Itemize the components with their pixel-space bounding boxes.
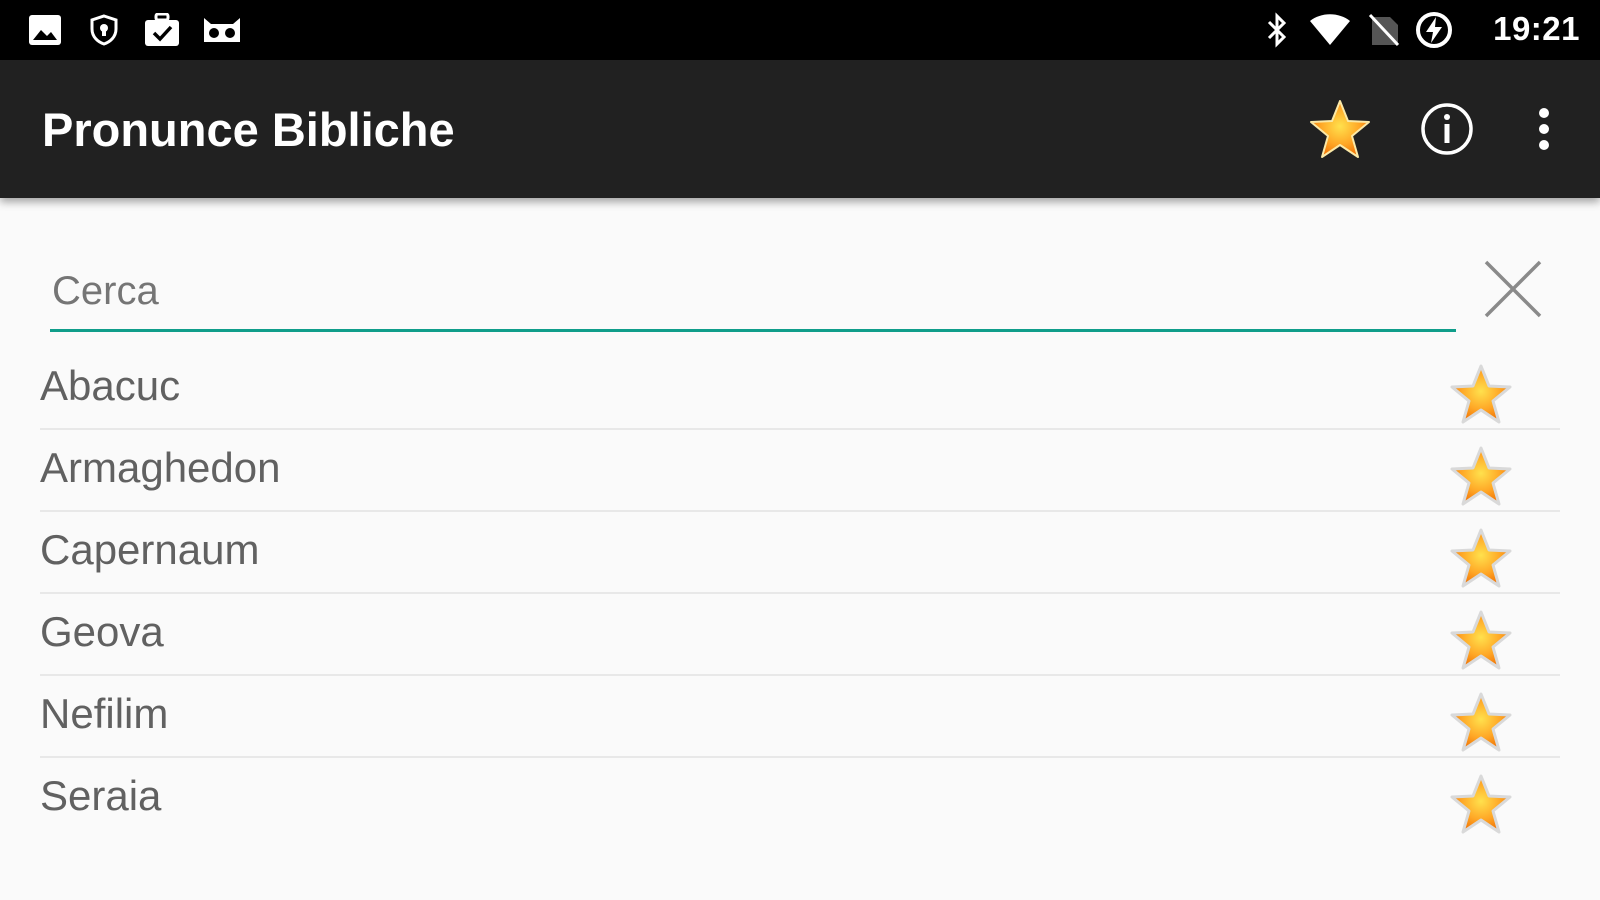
briefcase-check-icon [142, 12, 182, 48]
list-item[interactable]: Abacuc [40, 348, 1560, 430]
list-item-label: Armaghedon [40, 444, 281, 491]
list-item-label: Abacuc [40, 362, 181, 409]
cat-face-icon [200, 12, 244, 48]
favorites-star-icon[interactable] [1304, 94, 1376, 166]
list-item[interactable]: Armaghedon [40, 430, 1560, 512]
list-item-label: Seraia [40, 772, 162, 819]
search-field [50, 262, 1456, 336]
overflow-menu-icon[interactable] [1514, 94, 1574, 164]
list-item-label: Capernaum [40, 526, 260, 573]
app-bar: Pronunce Bibliche [0, 60, 1600, 198]
search-input[interactable] [50, 262, 1456, 332]
status-bar: 19:21 [0, 0, 1600, 60]
clear-search-icon[interactable] [1480, 256, 1546, 322]
app-title: Pronunce Bibliche [42, 103, 455, 156]
bluetooth-icon [1262, 12, 1292, 48]
list-item[interactable]: Nefilim [40, 676, 1560, 758]
info-icon[interactable] [1412, 94, 1482, 164]
favorite-star-icon[interactable] [1446, 524, 1516, 594]
list-item[interactable]: Seraia [40, 758, 1560, 840]
image-icon [26, 12, 64, 48]
wifi-icon [1308, 12, 1352, 48]
shield-icon [86, 12, 122, 48]
favorite-star-icon[interactable] [1446, 442, 1516, 512]
word-list: Abacuc Armaghedon Capernaum Geova Nefili… [40, 348, 1560, 840]
favorite-star-icon[interactable] [1446, 688, 1516, 758]
favorite-star-icon[interactable] [1446, 360, 1516, 430]
list-item[interactable]: Capernaum [40, 512, 1560, 594]
list-item[interactable]: Geova [40, 594, 1560, 676]
status-time: 19:21 [1493, 10, 1580, 47]
list-item-label: Nefilim [40, 690, 169, 737]
favorite-star-icon[interactable] [1446, 606, 1516, 676]
battery-charging-icon [1414, 12, 1454, 48]
list-item-label: Geova [40, 608, 164, 655]
favorite-star-icon[interactable] [1446, 770, 1516, 840]
no-sim-icon [1366, 12, 1402, 48]
